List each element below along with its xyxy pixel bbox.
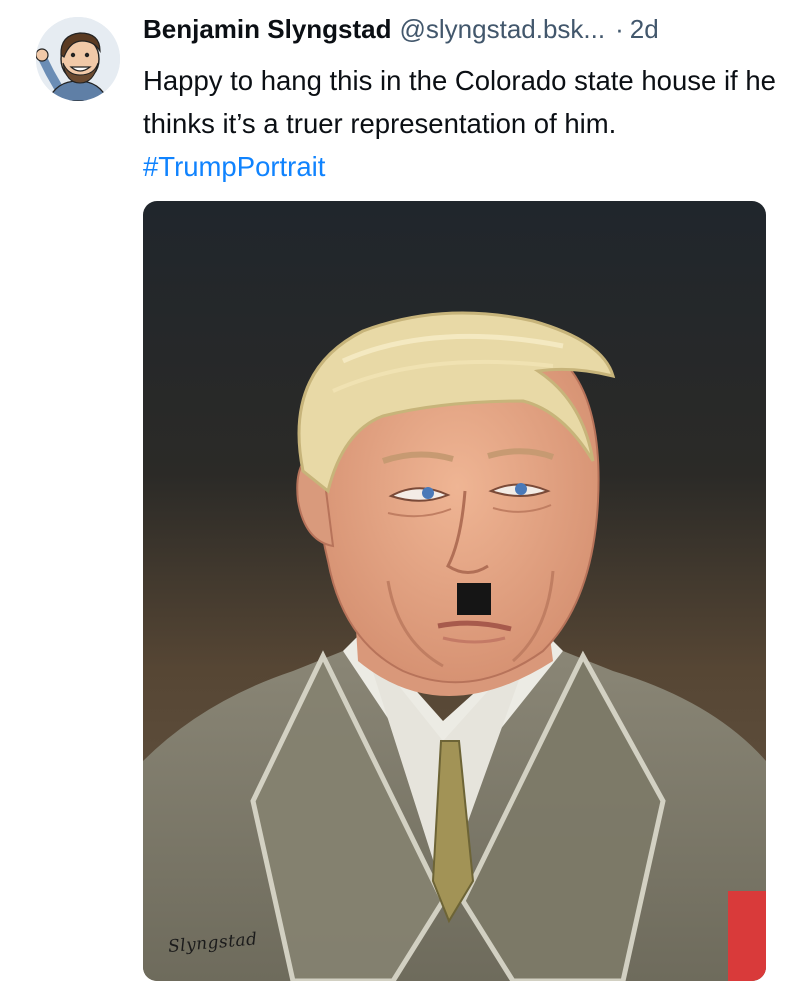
hashtag-link[interactable]: #TrumpPortrait — [143, 151, 325, 182]
author-avatar[interactable] — [36, 17, 120, 101]
post-image[interactable]: Slyngstad — [143, 201, 766, 981]
portrait-illustration — [143, 201, 766, 981]
post-text-body: Happy to hang this in the Colorado state… — [143, 65, 776, 139]
cartoon-avatar-icon — [36, 17, 120, 101]
post: Benjamin Slyngstad @slyngstad.bsk... · 2… — [0, 0, 797, 1000]
separator-dot: · — [615, 14, 624, 44]
post-header: Benjamin Slyngstad @slyngstad.bsk... · 2… — [143, 14, 783, 56]
author-display-name[interactable]: Benjamin Slyngstad — [143, 14, 392, 45]
post-timestamp[interactable]: 2d — [630, 14, 659, 45]
post-text: Happy to hang this in the Colorado state… — [143, 59, 783, 188]
author-handle[interactable]: @slyngstad.bsk... — [400, 14, 606, 45]
